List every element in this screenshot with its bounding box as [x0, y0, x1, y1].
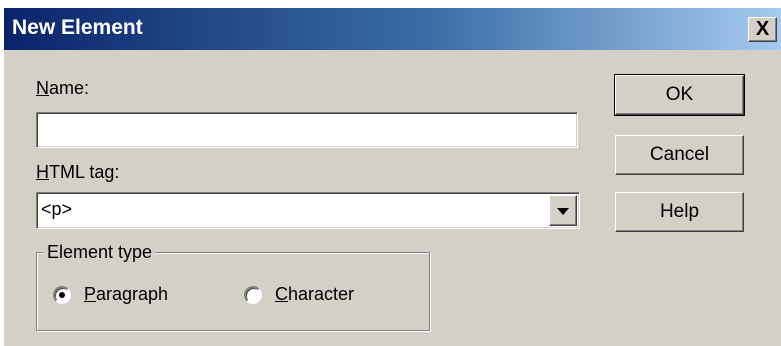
character-radio[interactable]: [244, 286, 262, 304]
radio-selected-dot: [59, 292, 65, 298]
paragraph-radio-label[interactable]: Paragraph: [84, 284, 168, 305]
dropdown-button[interactable]: [549, 195, 577, 226]
help-button[interactable]: Help: [615, 192, 744, 232]
close-button[interactable]: X: [748, 17, 777, 42]
character-radio-label[interactable]: Character: [275, 284, 354, 305]
dialog-title: New Element: [12, 16, 143, 39]
ok-button[interactable]: OK: [614, 74, 745, 116]
name-input[interactable]: [36, 112, 578, 148]
new-element-dialog: New Element X Name: HTML tag: <p> Elemen…: [4, 8, 781, 346]
name-label: Name:: [36, 78, 90, 98]
element-type-legend: Element type: [44, 242, 156, 263]
cancel-button[interactable]: Cancel: [615, 135, 744, 175]
chevron-down-icon: [557, 208, 569, 215]
close-icon: X: [755, 18, 770, 40]
paragraph-radio[interactable]: [53, 286, 71, 304]
title-bar[interactable]: New Element X: [4, 8, 781, 50]
html-tag-value: <p>: [41, 199, 73, 219]
html-tag-select[interactable]: <p>: [36, 192, 580, 229]
html-tag-label: HTML tag:: [36, 162, 120, 182]
